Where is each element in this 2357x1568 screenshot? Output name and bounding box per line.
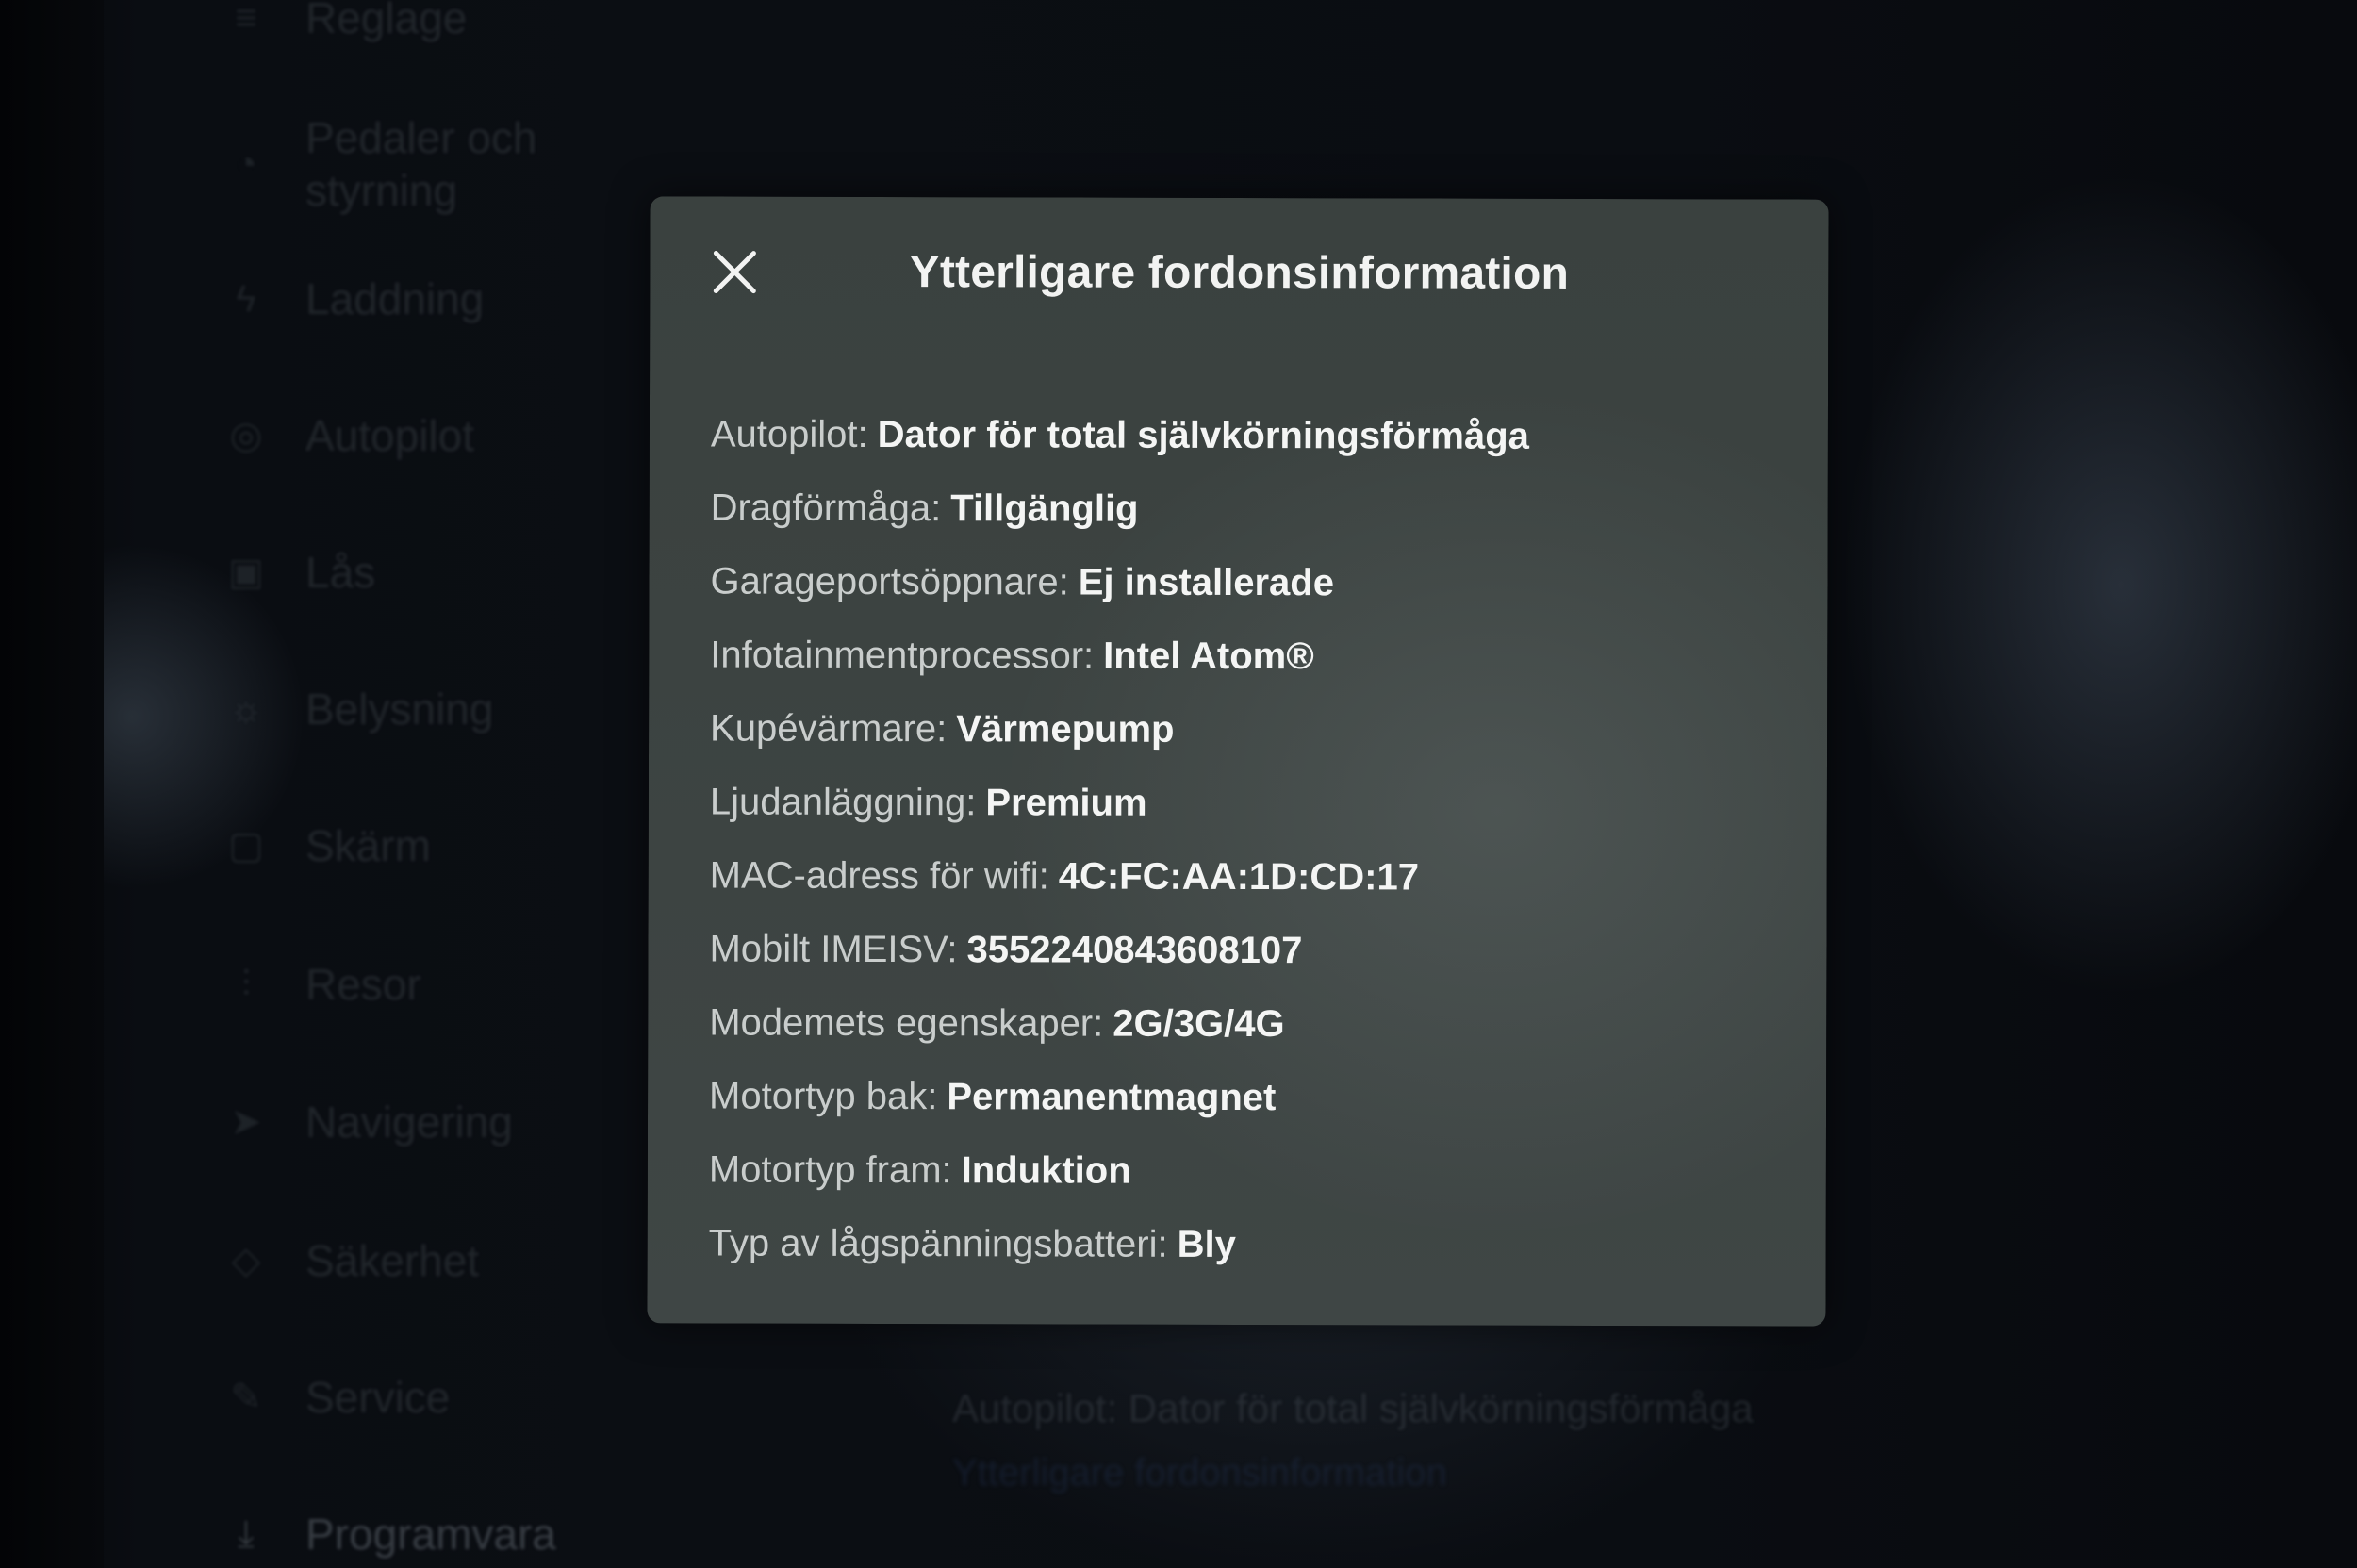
- info-value: Tillgänglig: [950, 487, 1139, 530]
- download-icon: ⤓: [238, 1513, 255, 1555]
- menu-item-pedaler[interactable]: ◔ Pedaler och styrning: [226, 111, 588, 217]
- info-row-infotainment-processor: Infotainmentprocessor: Intel Atom®: [710, 619, 1794, 695]
- more-info-link-label: Ytterligare fordonsinformation: [952, 1452, 1447, 1494]
- info-row-wifi-mac: MAC-adress för wifi: 4C:FC:AA:1D:CD:17: [710, 839, 1794, 916]
- info-label: Motortyp fram:: [708, 1148, 952, 1192]
- light-icon: ☼: [228, 688, 264, 730]
- vehicle-info-dialog: Ytterligare fordonsinformation Autopilot…: [647, 196, 1829, 1327]
- info-row-garage-opener: Garageportsöppnare: Ej installerade: [710, 545, 1794, 621]
- info-label: Autopilot:: [710, 413, 868, 455]
- menu-item-label: Programvara: [305, 1510, 556, 1559]
- info-row-sound-system: Ljudanläggning: Premium: [710, 766, 1794, 842]
- menu-item-label: Reglage: [305, 0, 468, 42]
- menu-item-label: Belysning: [305, 685, 494, 734]
- menu-item-label: Service: [305, 1373, 451, 1422]
- detail-label: Autopilot:: [952, 1386, 1118, 1430]
- info-label: Infotainmentprocessor:: [710, 634, 1095, 677]
- screen-edge: [0, 0, 104, 1568]
- info-label: MAC-adress för wifi:: [709, 854, 1049, 898]
- info-label: Motortyp bak:: [709, 1075, 938, 1118]
- lightning-icon: ϟ: [236, 278, 256, 320]
- menu-item-label: Pedaler och styrning: [305, 113, 537, 215]
- info-value: 3552240843608107: [966, 929, 1303, 972]
- info-value: Permanentmagnet: [947, 1076, 1277, 1119]
- menu-item-las[interactable]: ▣ Lås: [226, 547, 375, 598]
- info-value: Intel Atom®: [1103, 635, 1314, 678]
- info-row-imeisv: Mobilt IMEISV: 3552240843608107: [709, 913, 1793, 989]
- menu-item-label: Säkerhet: [305, 1236, 480, 1285]
- info-value: Premium: [985, 782, 1147, 824]
- info-row-modem: Modemets egenskaper: 2G/3G/4G: [709, 986, 1793, 1063]
- steering-wheel-icon: ◎: [229, 415, 263, 456]
- menu-item-laddning[interactable]: ϟ Laddning: [226, 273, 484, 324]
- menu-item-label: Laddning: [305, 274, 485, 323]
- menu-item-sakerhet[interactable]: ◇ Säkerhet: [226, 1235, 480, 1286]
- screen: ≡ Reglage ◔ Pedaler och styrning ϟ Laddn…: [0, 0, 2357, 1568]
- vehicle-info-list: Autopilot: Dator för total självkörningsf…: [709, 398, 1795, 1283]
- settings-menu: ≡ Reglage ◔ Pedaler och styrning ϟ Laddn…: [226, 0, 717, 1568]
- info-label: Mobilt IMEISV:: [709, 928, 958, 971]
- info-value: Ej installerade: [1078, 561, 1335, 604]
- info-value: 4C:FC:AA:1D:CD:17: [1058, 855, 1420, 899]
- navigation-icon: ➤: [230, 1101, 262, 1143]
- wrench-icon: ✎: [230, 1377, 262, 1418]
- display-icon: ▢: [228, 825, 264, 867]
- info-label: Modemets egenskaper:: [709, 1001, 1104, 1045]
- info-label: Typ av lågspänningsbatteri:: [708, 1222, 1168, 1265]
- shield-icon: ◇: [231, 1240, 261, 1281]
- info-row-autopilot: Autopilot: Dator för total självkörningsf…: [711, 398, 1795, 474]
- menu-item-autopilot[interactable]: ◎ Autopilot: [226, 410, 474, 461]
- menu-item-belysning[interactable]: ☼ Belysning: [226, 684, 494, 734]
- info-value: Induktion: [961, 1149, 1131, 1192]
- menu-item-programvara[interactable]: ⤓ Programvara: [226, 1509, 556, 1560]
- info-row-towing: Dragförmåga: Tillgänglig: [711, 471, 1795, 548]
- info-label: Ljudanläggning:: [709, 781, 977, 824]
- info-label: Garageportsöppnare:: [710, 560, 1069, 603]
- menu-item-label: Autopilot: [305, 411, 475, 460]
- menu-item-label: Skärm: [305, 821, 431, 870]
- menu-item-label: Lås: [305, 548, 376, 597]
- info-row-low-voltage-battery: Typ av lågspänningsbatteri: Bly: [709, 1207, 1793, 1283]
- menu-item-skarm[interactable]: ▢ Skärm: [226, 820, 431, 871]
- car-icon: ◔: [234, 143, 258, 185]
- menu-item-label: Navigering: [305, 1098, 513, 1147]
- info-row-cabin-heater: Kupévärmare: Värmepump: [710, 692, 1794, 768]
- background-autopilot-detail: Autopilot: Dator för total självkörnings…: [952, 1386, 1754, 1431]
- info-label: Dragförmåga:: [710, 487, 942, 530]
- info-value: Dator för total självkörningsförmåga: [877, 413, 1529, 457]
- dialog-title: Ytterligare fordonsinformation: [909, 247, 1570, 299]
- menu-item-resor[interactable]: ⫶ Resor: [226, 959, 421, 1010]
- background-more-info-link[interactable]: Ytterligare fordonsinformation: [952, 1452, 1480, 1494]
- info-value: Bly: [1177, 1223, 1236, 1265]
- detail-value: Dator för total självkörningsförmåga: [1128, 1386, 1754, 1430]
- info-value: 2G/3G/4G: [1113, 1002, 1285, 1046]
- info-label: Kupévärmare:: [710, 707, 948, 751]
- menu-item-label: Resor: [305, 960, 421, 1009]
- lock-icon: ▣: [228, 552, 264, 593]
- info-row-front-motor: Motortyp fram: Induktion: [709, 1133, 1793, 1210]
- menu-item-service[interactable]: ✎ Service: [226, 1372, 450, 1423]
- sliders-icon: ≡: [235, 0, 257, 39]
- info-value: Värmepump: [956, 708, 1175, 751]
- trips-icon: ⫶: [241, 964, 251, 1005]
- menu-item-reglage[interactable]: ≡ Reglage: [226, 0, 467, 43]
- info-row-rear-motor: Motortyp bak: Permanentmagnet: [709, 1060, 1793, 1136]
- menu-item-navigering[interactable]: ➤ Navigering: [226, 1097, 513, 1147]
